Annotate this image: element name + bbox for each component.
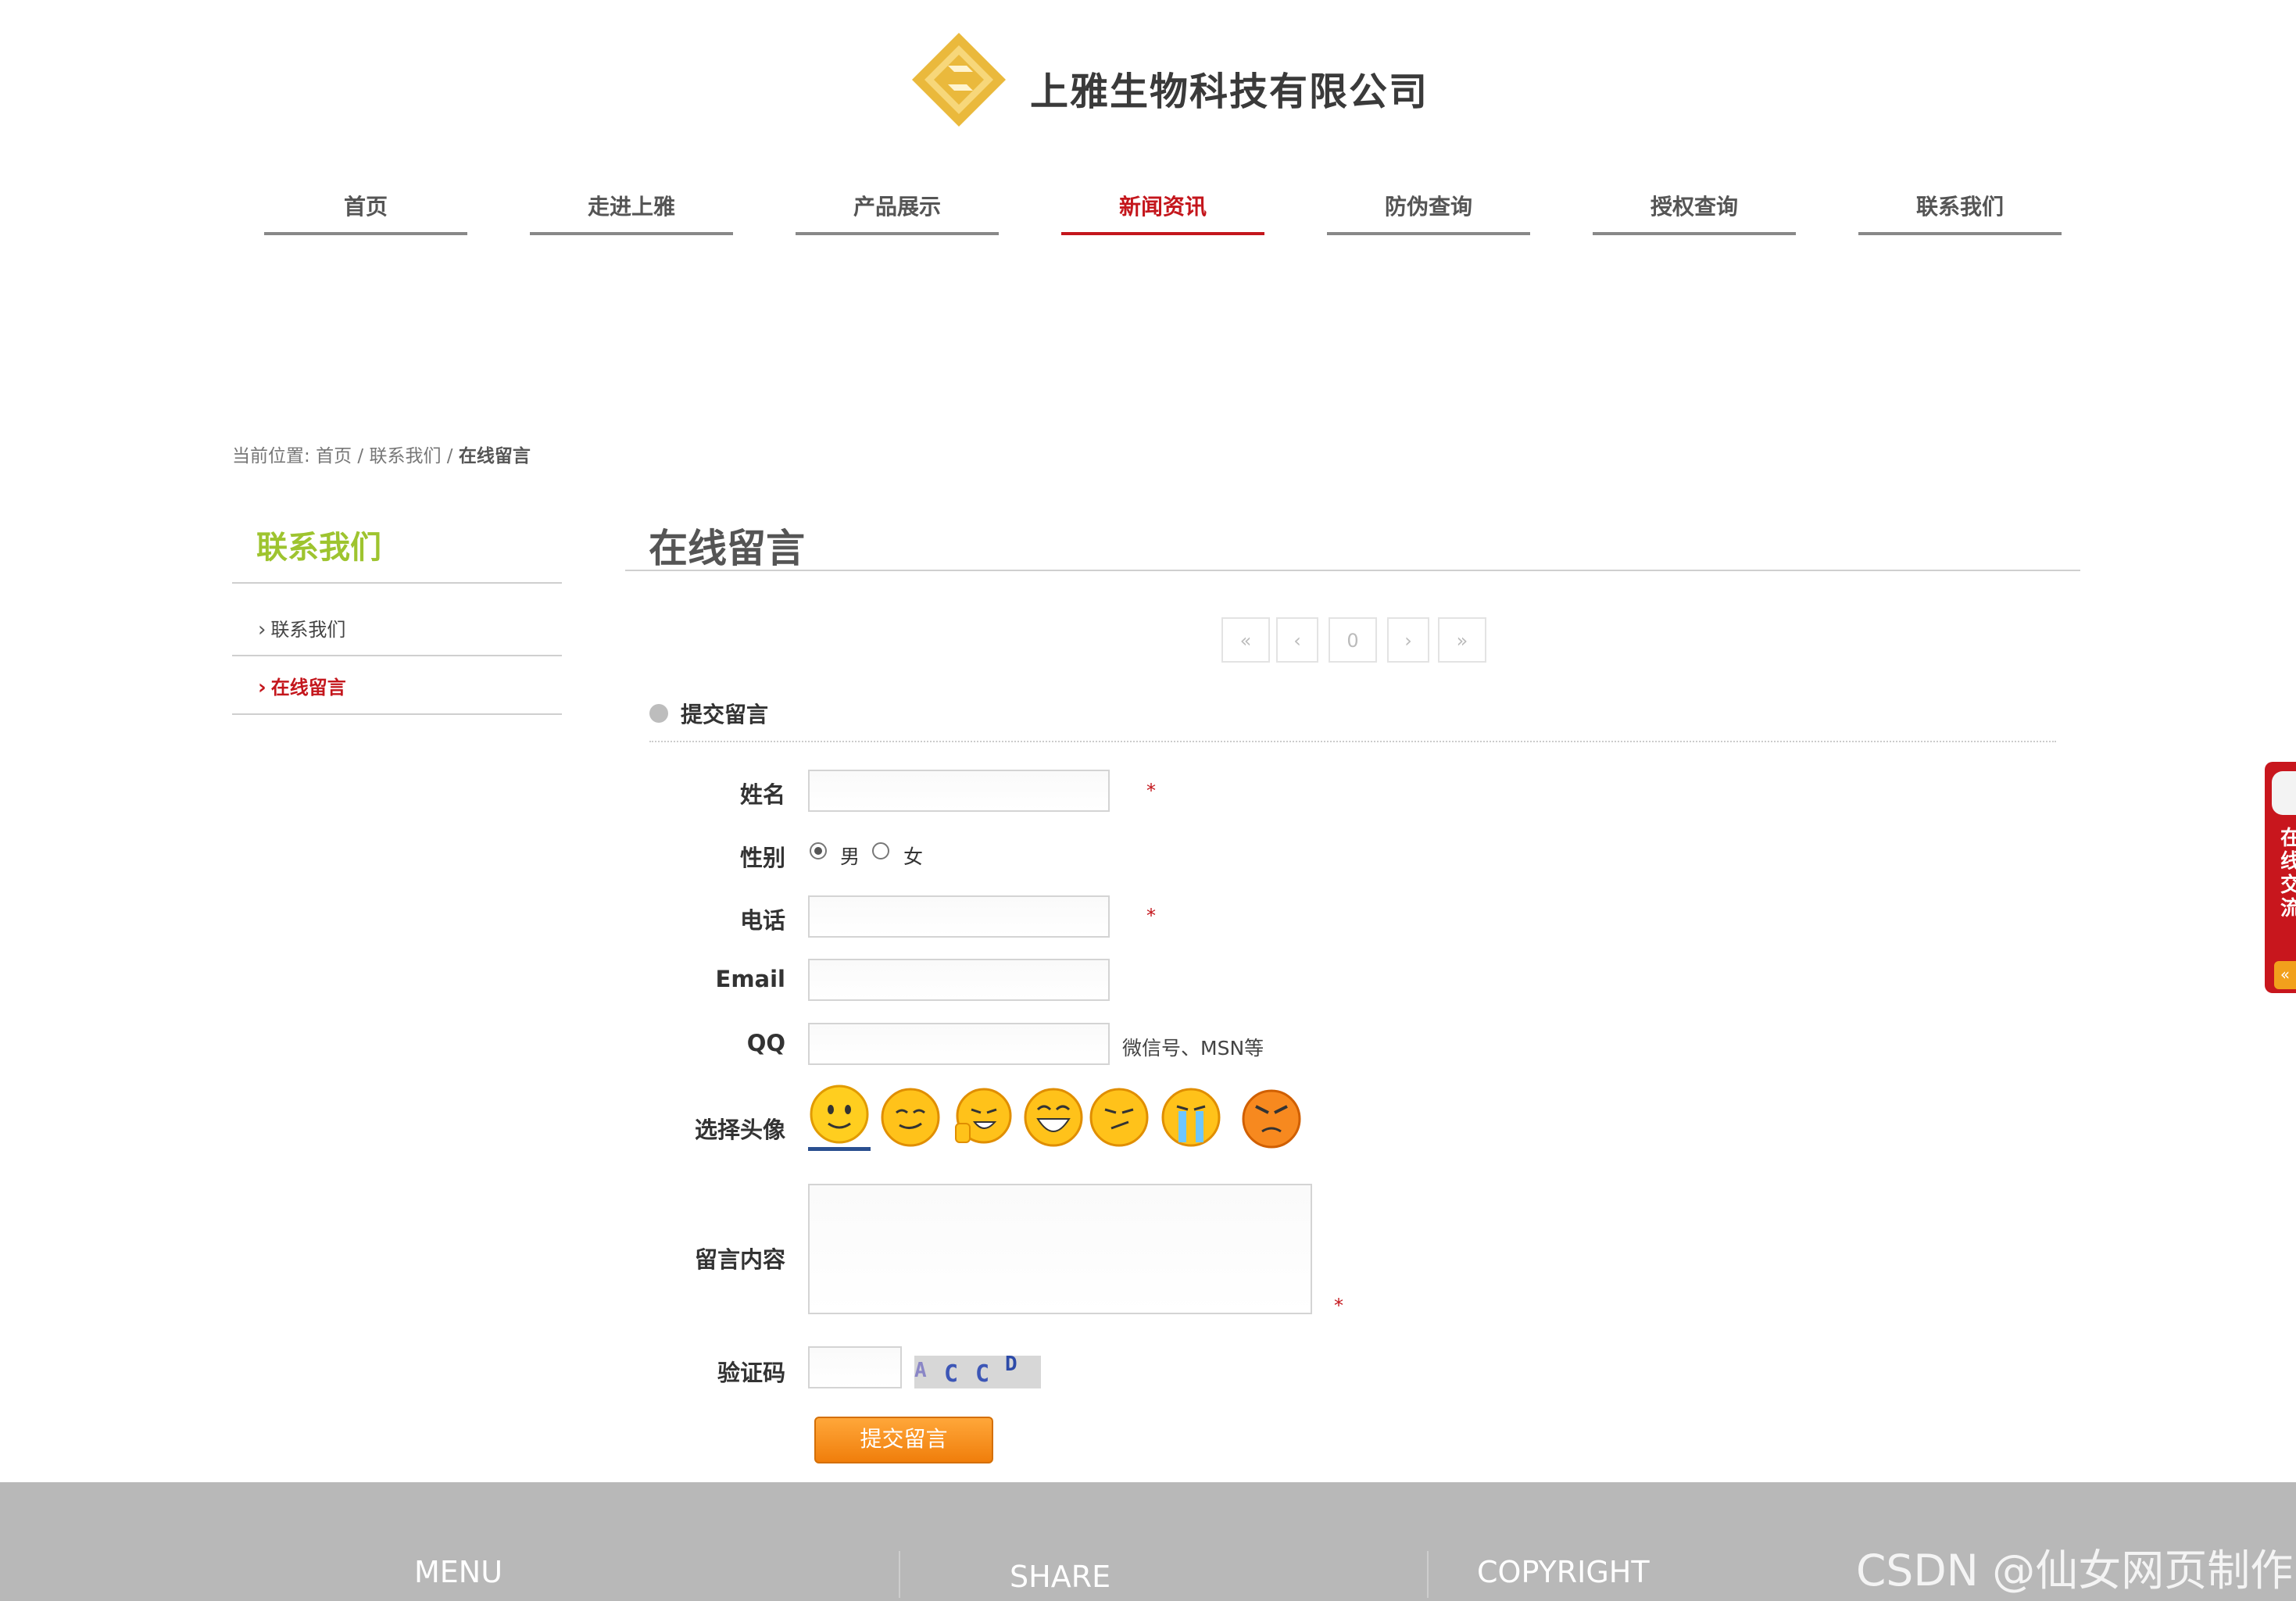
captcha-image[interactable]: A C C D: [914, 1356, 1041, 1388]
main-nav: 首页 走进上雅 产品展示 新闻资讯 防伪查询 授权查询 联系我们: [264, 191, 2062, 235]
chat-tab-char: 流: [2280, 897, 2296, 920]
breadcrumb-home[interactable]: 首页: [316, 446, 352, 466]
pager-page-number[interactable]: 0: [1329, 617, 1377, 663]
breadcrumb-prefix: 当前位置:: [232, 446, 310, 466]
cry-face-icon[interactable]: [1160, 1086, 1222, 1149]
required-mark: *: [1334, 1295, 1343, 1317]
nav-item-authorization[interactable]: 授权查询: [1593, 191, 1796, 235]
breadcrumb: 当前位置: 首页 / 联系我们 / 在线留言: [232, 441, 531, 467]
section-title: 提交留言: [681, 702, 769, 727]
nav-item-anti-fake[interactable]: 防伪查询: [1327, 191, 1530, 235]
breadcrumb-separator: /: [357, 446, 364, 466]
thumbs-up-face-icon[interactable]: [951, 1086, 1014, 1149]
gender-female-label: 女: [903, 845, 924, 868]
smile-face-icon[interactable]: [808, 1085, 871, 1151]
chat-tab-char: 在: [2280, 827, 2296, 850]
chevron-right-icon: ›: [258, 676, 266, 699]
section-bullet-icon: [649, 704, 668, 723]
breadcrumb-parent[interactable]: 联系我们: [369, 446, 441, 466]
sidebar-divider: [232, 582, 562, 584]
pager-last-button[interactable]: »: [1438, 617, 1486, 663]
footer-copyright-heading: COPYRIGHT: [1477, 1555, 1650, 1589]
breadcrumb-current: 在线留言: [458, 446, 531, 466]
phone-input[interactable]: [808, 895, 1110, 938]
laugh-face-icon[interactable]: [1022, 1086, 1085, 1149]
content-textarea[interactable]: [808, 1184, 1312, 1314]
email-input[interactable]: [808, 959, 1110, 1001]
gender-male-label: 男: [840, 845, 860, 868]
captcha-char: C: [944, 1360, 959, 1388]
title-divider: [625, 570, 2080, 571]
grin-face-icon[interactable]: [879, 1086, 942, 1149]
nav-item-products[interactable]: 产品展示: [796, 191, 999, 235]
nav-item-home[interactable]: 首页: [264, 191, 467, 235]
pager-first-button[interactable]: «: [1221, 617, 1270, 663]
chat-tab-text: 在 线 交 流: [2280, 827, 2296, 920]
phone-label: 电话: [739, 907, 785, 934]
captcha-char: D: [1005, 1356, 1017, 1376]
footer-menu-heading: MENU: [414, 1555, 503, 1589]
content-label: 留言内容: [694, 1246, 785, 1273]
watermark: CSDN @仙女网页制作: [1856, 1546, 2294, 1596]
qq-input[interactable]: [808, 1023, 1110, 1065]
chat-expand-icon[interactable]: «: [2274, 961, 2296, 989]
avatar-label: 选择头像: [694, 1117, 785, 1143]
chevron-right-icon: ›: [258, 618, 266, 641]
page-title: 在线留言: [649, 526, 805, 571]
qq-hint: 微信号、MSN等: [1122, 1037, 1264, 1060]
gender-male-radio[interactable]: [810, 842, 827, 859]
section-divider: [649, 741, 2056, 742]
name-input[interactable]: [808, 770, 1110, 812]
sidebar-item-label: 联系我们: [270, 619, 346, 641]
captcha-char: C: [975, 1360, 990, 1388]
footer-divider: [899, 1551, 900, 1598]
company-name[interactable]: 上雅生物科技有限公司: [1030, 61, 1429, 116]
required-mark: *: [1146, 905, 1156, 927]
captcha-input[interactable]: [808, 1346, 902, 1388]
sidebar-item-contact[interactable]: › 联系我们: [258, 614, 345, 641]
sidebar-item-label: 在线留言: [270, 677, 346, 699]
gender-female-radio[interactable]: [872, 842, 889, 859]
sidebar-item-online-message[interactable]: › 在线留言: [258, 672, 346, 699]
chat-tab-char: 交: [2280, 874, 2296, 897]
required-mark: *: [1146, 780, 1156, 802]
chat-tab-char: 线: [2280, 850, 2296, 874]
sidebar-title: 联系我们: [256, 530, 381, 566]
footer-divider: [1427, 1551, 1429, 1598]
nav-item-news[interactable]: 新闻资讯: [1061, 191, 1264, 235]
smirk-face-icon[interactable]: [1088, 1086, 1150, 1149]
company-logo-icon[interactable]: [910, 31, 1007, 128]
email-label: Email: [715, 966, 785, 992]
name-label: 姓名: [739, 781, 785, 808]
footer-share-heading: SHARE: [1010, 1560, 1111, 1594]
breadcrumb-separator: /: [446, 446, 453, 466]
sidebar-divider: [232, 713, 562, 715]
nav-item-contact[interactable]: 联系我们: [1858, 191, 2062, 235]
chat-avatar-icon: [2272, 771, 2296, 815]
submit-message-button[interactable]: 提交留言: [814, 1417, 993, 1463]
qq-label: QQ: [746, 1030, 785, 1056]
sidebar-divider: [232, 655, 562, 656]
gender-label: 性别: [739, 845, 785, 871]
captcha-label: 验证码: [717, 1360, 785, 1386]
pager-prev-button[interactable]: ‹: [1276, 617, 1318, 663]
nav-item-about[interactable]: 走进上雅: [530, 191, 733, 235]
pager-next-button[interactable]: ›: [1387, 617, 1429, 663]
angry-face-icon[interactable]: [1240, 1086, 1303, 1149]
captcha-char: A: [914, 1359, 927, 1382]
